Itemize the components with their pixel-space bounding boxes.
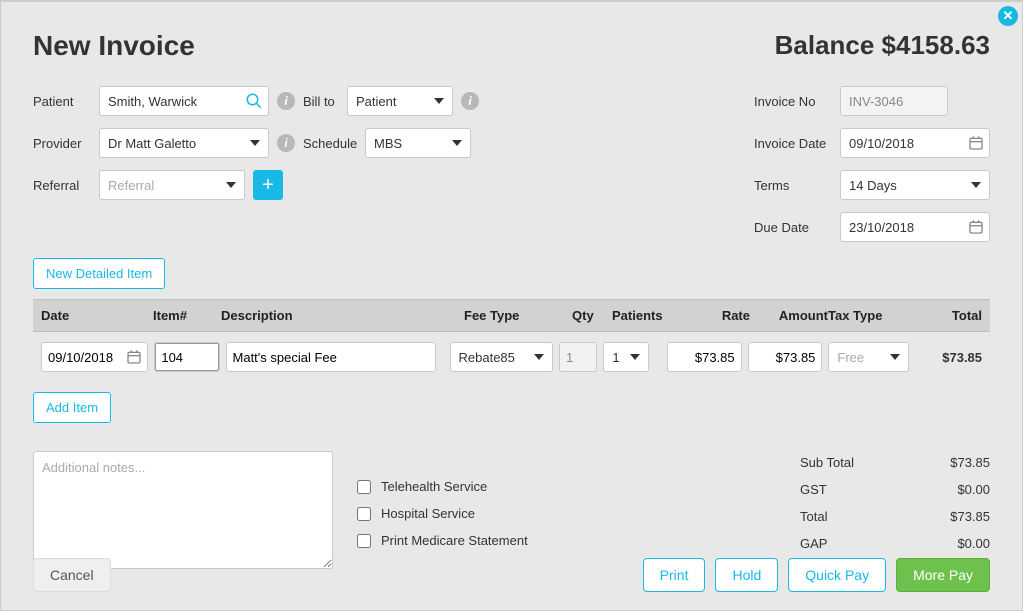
col-desc: Description <box>221 308 456 323</box>
more-pay-button[interactable]: More Pay <box>896 558 990 592</box>
info-icon[interactable]: i <box>461 92 479 110</box>
terms-label: Terms <box>754 178 832 193</box>
due-date-label: Due Date <box>754 220 832 235</box>
referral-select[interactable]: Referral <box>99 170 245 200</box>
row-amount-field[interactable] <box>748 342 823 372</box>
col-item: Item# <box>153 308 221 323</box>
col-rate: Rate <box>672 308 750 323</box>
col-amount: Amount <box>750 308 828 323</box>
calendar-icon[interactable] <box>968 135 984 151</box>
schedule-select[interactable]: MBS <box>365 128 471 158</box>
notes-textarea[interactable] <box>33 451 333 569</box>
row-patients-select[interactable]: 1 <box>603 342 649 372</box>
total-value: $73.85 <box>950 509 990 524</box>
schedule-label: Schedule <box>303 136 357 151</box>
new-detailed-item-button[interactable]: New Detailed Item <box>33 258 165 289</box>
hold-button[interactable]: Hold <box>715 558 778 592</box>
telehealth-checkbox[interactable] <box>357 480 371 494</box>
row-rate-field[interactable] <box>667 342 742 372</box>
col-date: Date <box>41 308 153 323</box>
invoice-no-field <box>840 86 948 116</box>
referral-label: Referral <box>33 178 91 193</box>
row-qty-field <box>559 342 597 372</box>
quick-pay-button[interactable]: Quick Pay <box>788 558 886 592</box>
patient-input[interactable] <box>99 86 269 116</box>
search-icon[interactable] <box>245 92 263 110</box>
gap-value: $0.00 <box>957 536 990 551</box>
provider-label: Provider <box>33 136 91 151</box>
invoice-date-label: Invoice Date <box>754 136 832 151</box>
subtotal-value: $73.85 <box>950 455 990 470</box>
close-icon[interactable]: ✕ <box>998 6 1018 26</box>
row-total-value: $73.85 <box>915 350 982 365</box>
col-qty: Qty <box>572 308 612 323</box>
hospital-checkbox[interactable] <box>357 507 371 521</box>
invoice-no-label: Invoice No <box>754 94 832 109</box>
total-label: Total <box>800 509 827 524</box>
terms-select[interactable]: 14 Days <box>840 170 990 200</box>
telehealth-label: Telehealth Service <box>381 479 487 494</box>
table-row: Rebate85 1 Free $73.85 <box>33 332 990 382</box>
col-fee: Fee Type <box>464 308 572 323</box>
add-item-button[interactable]: Add Item <box>33 392 111 423</box>
row-desc-field[interactable] <box>226 342 436 372</box>
provider-select[interactable]: Dr Matt Galetto <box>99 128 269 158</box>
row-fee-select[interactable]: Rebate85 <box>450 342 554 372</box>
gst-label: GST <box>800 482 827 497</box>
row-tax-select[interactable]: Free <box>828 342 909 372</box>
col-total: Total <box>912 308 982 323</box>
gap-label: GAP <box>800 536 827 551</box>
patient-label: Patient <box>33 94 91 109</box>
info-icon[interactable]: i <box>277 134 295 152</box>
subtotal-label: Sub Total <box>800 455 854 470</box>
col-pat: Patients <box>612 308 672 323</box>
gst-value: $0.00 <box>957 482 990 497</box>
medicare-label: Print Medicare Statement <box>381 533 528 548</box>
add-referral-button[interactable]: + <box>253 170 283 200</box>
page-title: New Invoice <box>33 30 195 62</box>
balance-display: Balance $4158.63 <box>775 30 990 61</box>
calendar-icon[interactable] <box>126 349 142 365</box>
billto-select[interactable]: Patient <box>347 86 453 116</box>
hospital-label: Hospital Service <box>381 506 475 521</box>
print-button[interactable]: Print <box>643 558 706 592</box>
cancel-button[interactable]: Cancel <box>33 558 111 592</box>
col-taxtype: Tax Type <box>828 308 912 323</box>
billto-label: Bill to <box>303 94 339 109</box>
row-item-field[interactable] <box>154 342 219 372</box>
calendar-icon[interactable] <box>968 219 984 235</box>
info-icon[interactable]: i <box>277 92 295 110</box>
medicare-checkbox[interactable] <box>357 534 371 548</box>
